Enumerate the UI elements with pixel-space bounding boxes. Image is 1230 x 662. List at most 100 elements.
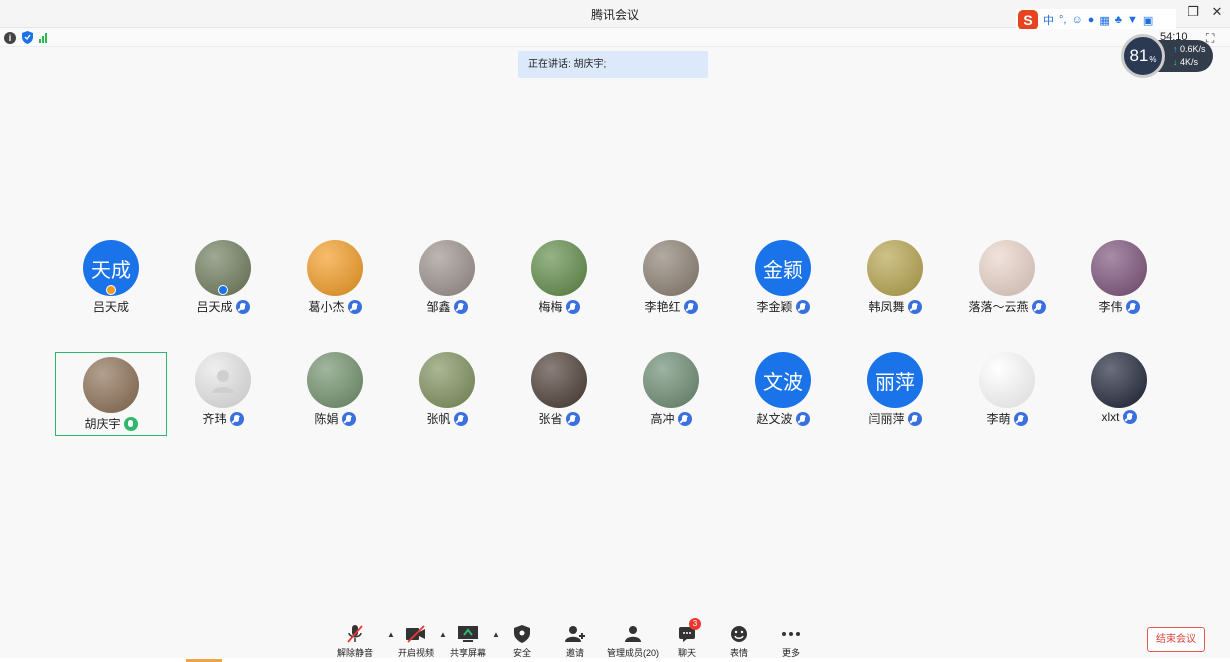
ime-grid-icon[interactable]: ▣ bbox=[1143, 14, 1153, 27]
more-button[interactable]: 更多 bbox=[781, 624, 801, 659]
participant-name-row: 邹鑫 bbox=[426, 298, 468, 315]
ime-chinese-toggle[interactable]: 中 bbox=[1043, 12, 1054, 28]
usage-percent: 81 bbox=[1129, 46, 1149, 65]
avatar: 天成 bbox=[83, 240, 139, 296]
avatar bbox=[307, 240, 363, 296]
chevron-up-icon[interactable]: ▲ bbox=[439, 630, 447, 639]
avatar bbox=[531, 240, 587, 296]
chevron-up-icon[interactable]: ▲ bbox=[492, 630, 500, 639]
status-bar: i bbox=[0, 29, 1230, 47]
participant-tile[interactable]: 李艳红 bbox=[615, 240, 727, 324]
mic-muted-icon bbox=[907, 299, 922, 314]
video-button[interactable]: 开启视频 bbox=[398, 624, 434, 659]
download-unit: K/s bbox=[1185, 57, 1199, 67]
avatar bbox=[979, 240, 1035, 296]
participant-tile[interactable]: 落落～云燕 bbox=[951, 240, 1063, 324]
participant-name-row: 李伟 bbox=[1098, 298, 1140, 315]
participant-tile[interactable]: 文波 赵文波 bbox=[727, 352, 839, 436]
participant-tile[interactable]: 葛小杰 bbox=[279, 240, 391, 324]
signal-icon[interactable] bbox=[39, 32, 47, 43]
invite-button[interactable]: 邀请 bbox=[565, 624, 585, 659]
ime-punct-toggle[interactable]: °, bbox=[1059, 14, 1066, 26]
participant-name-row: 梅梅 bbox=[538, 298, 580, 315]
participant-name-row: 陈娟 bbox=[314, 410, 356, 427]
security-button[interactable]: 安全 bbox=[513, 624, 531, 659]
participant-tile[interactable]: 陈娟 bbox=[279, 352, 391, 436]
participant-tile[interactable]: 张帆 bbox=[391, 352, 503, 436]
ime-emoji-icon[interactable]: ☺ bbox=[1071, 14, 1082, 26]
role-badge-icon bbox=[106, 285, 116, 295]
avatar: 金颖 bbox=[755, 240, 811, 296]
shield-icon bbox=[514, 624, 530, 644]
restore-icon[interactable]: ❐ bbox=[1186, 4, 1200, 20]
info-icon[interactable]: i bbox=[4, 31, 16, 44]
participant-name: 齐玮 bbox=[202, 412, 227, 426]
avatar: 丽萍 bbox=[867, 352, 923, 408]
participant-name-row: 葛小杰 bbox=[308, 298, 362, 315]
camera-off-icon bbox=[405, 624, 427, 644]
ime-settings-icon[interactable]: ♣ bbox=[1115, 14, 1122, 26]
participant-name-row: xlxt bbox=[1102, 410, 1137, 424]
participant-name: 邹鑫 bbox=[426, 300, 451, 314]
participant-tile[interactable]: 梅梅 bbox=[503, 240, 615, 324]
mic-muted-icon bbox=[795, 411, 810, 426]
sogou-logo-icon[interactable]: S bbox=[1018, 10, 1038, 30]
reactions-button[interactable]: 表情 bbox=[730, 624, 748, 659]
avatar bbox=[979, 352, 1035, 408]
chat-icon: 3 bbox=[678, 618, 701, 644]
mic-muted-icon bbox=[795, 299, 810, 314]
usage-percent-unit: % bbox=[1149, 54, 1157, 64]
add-user-icon bbox=[565, 624, 585, 644]
mic-muted-icon bbox=[565, 411, 580, 426]
participant-name: 吕天成 bbox=[196, 300, 233, 314]
participant-tile[interactable]: 齐玮 bbox=[167, 352, 279, 436]
participant-tile[interactable]: 天成 吕天成 bbox=[55, 240, 167, 324]
participant-tile[interactable]: 丽萍 闫丽萍 bbox=[839, 352, 951, 436]
participant-tile[interactable]: 张省 bbox=[503, 352, 615, 436]
avatar bbox=[867, 240, 923, 296]
avatar bbox=[531, 352, 587, 408]
participant-grid: 天成 吕天成 吕天成 葛小杰 邹鑫 梅梅 李艳红 金颖 李金颖 韩凤舞 落落～云燕 李伟 胡庆宇 齐玮 陈娟… bbox=[55, 240, 1175, 436]
end-meeting-button[interactable]: 结束会议 bbox=[1147, 627, 1205, 652]
close-icon[interactable]: ✕ bbox=[1210, 4, 1224, 20]
unmute-button[interactable]: 解除静音 bbox=[337, 624, 373, 659]
speaking-banner: 正在讲话: 胡庆宇; bbox=[518, 51, 708, 78]
participant-name: 李伟 bbox=[1098, 300, 1123, 314]
ime-mic-icon[interactable]: ● bbox=[1088, 14, 1095, 26]
taskbar-strip bbox=[0, 658, 1230, 662]
participant-tile[interactable]: 金颖 李金颖 bbox=[727, 240, 839, 324]
participant-tile[interactable]: 邹鑫 bbox=[391, 240, 503, 324]
avatar bbox=[1091, 352, 1147, 408]
avatar bbox=[643, 240, 699, 296]
more-icon bbox=[781, 624, 801, 644]
mic-muted-icon bbox=[1031, 299, 1046, 314]
ime-keyboard-icon[interactable]: ▦ bbox=[1099, 14, 1109, 27]
participant-name: 李艳红 bbox=[644, 300, 681, 314]
participant-name-row: 赵文波 bbox=[756, 410, 810, 427]
participant-tile[interactable]: 胡庆宇 bbox=[55, 352, 167, 436]
participant-name-row: 吕天成 bbox=[93, 298, 129, 315]
shield-icon[interactable] bbox=[22, 31, 33, 44]
participant-tile[interactable]: 韩凤舞 bbox=[839, 240, 951, 324]
network-speed-widget[interactable]: ↑ 0.6K/s ↓ 4K/s 81% bbox=[1121, 34, 1213, 78]
avatar-text: 文波 bbox=[763, 371, 803, 394]
ime-toolbar: S 中 °, ☺ ● ▦ ♣ ▼ ▣ bbox=[1016, 9, 1176, 31]
participant-name-row: 齐玮 bbox=[202, 410, 244, 427]
share-button[interactable]: 共享屏幕 bbox=[450, 624, 486, 659]
participant-name-row: 李艳红 bbox=[644, 298, 698, 315]
upload-unit: K/s bbox=[1192, 44, 1206, 54]
chevron-up-icon[interactable]: ▲ bbox=[387, 630, 395, 639]
upload-speed: 0.6 bbox=[1180, 44, 1193, 54]
chat-button[interactable]: 3 聊天 bbox=[678, 618, 701, 659]
ime-skin-icon[interactable]: ▼ bbox=[1127, 14, 1138, 26]
avatar-text: 丽萍 bbox=[875, 371, 915, 394]
participant-tile[interactable]: 李伟 bbox=[1063, 240, 1175, 324]
participant-tile[interactable]: 李萌 bbox=[951, 352, 1063, 436]
participant-tile[interactable]: 高冲 bbox=[615, 352, 727, 436]
members-button[interactable]: 管理成员(20) bbox=[607, 624, 659, 659]
participant-tile[interactable]: 吕天成 bbox=[167, 240, 279, 324]
mic-muted-icon bbox=[565, 299, 580, 314]
mic-muted-icon bbox=[907, 411, 922, 426]
mic-muted-icon bbox=[453, 299, 468, 314]
participant-tile[interactable]: xlxt bbox=[1063, 352, 1175, 436]
